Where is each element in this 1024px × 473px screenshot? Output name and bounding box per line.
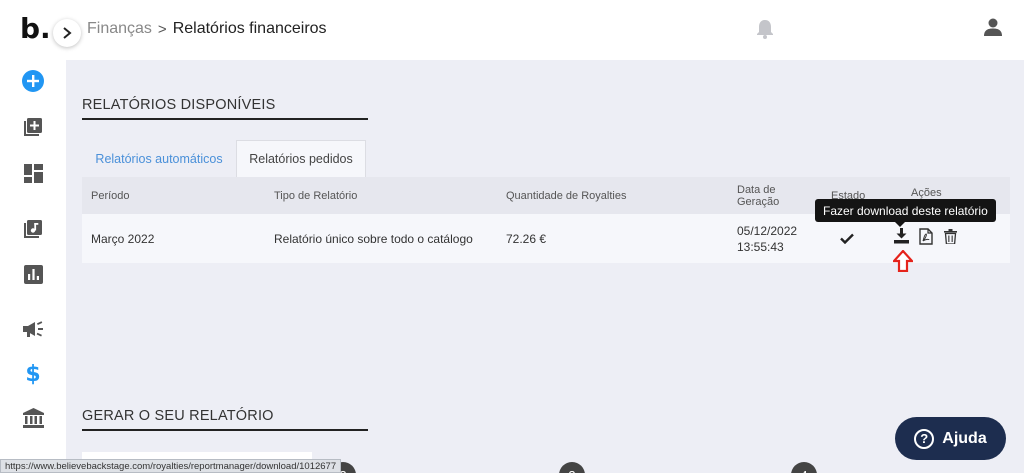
chevron-right-icon [63, 27, 72, 39]
red-arrow-up-icon [891, 249, 915, 277]
breadcrumb-finance-link[interactable]: Finanças [87, 20, 152, 38]
pdf-icon[interactable] [918, 227, 934, 245]
top-header: Finanças > Relatórios financeiros [66, 0, 1024, 60]
step-badge-4: 4 [791, 462, 817, 473]
row-date: 05/12/2022 [737, 223, 798, 238]
trash-icon[interactable] [942, 227, 958, 245]
bank-icon[interactable] [22, 407, 44, 429]
section-divider [82, 118, 368, 120]
catalog-icon[interactable] [22, 218, 44, 240]
row-report-type: Relatório único sobre todo o catálogo [274, 231, 473, 246]
step-badge-3: 3 [559, 462, 585, 473]
status-bar-url: https://www.believebackstage.com/royalti… [0, 459, 342, 473]
breadcrumb-separator: > [157, 20, 167, 38]
row-period: Março 2022 [91, 231, 155, 246]
section-divider [82, 429, 368, 431]
help-label: Ajuda [942, 429, 987, 447]
dashboard-icon[interactable] [22, 162, 44, 184]
col-royalties: Quantidade de Royalties [506, 189, 627, 202]
promotion-icon[interactable] [22, 318, 44, 340]
add-release-icon[interactable] [22, 116, 44, 138]
row-generation-date: 05/12/2022 13:55:43 [737, 214, 797, 263]
col-generation-date: Data de Geração [737, 183, 780, 208]
download-icon[interactable] [893, 227, 909, 245]
sidebar-toggle-button[interactable] [53, 19, 81, 47]
sidebar: b. $ [0, 0, 66, 473]
generate-report-title: GERAR O SEU RELATÓRIO [82, 408, 274, 424]
row-time: 13:55:43 [737, 239, 784, 254]
add-icon[interactable] [22, 70, 44, 92]
bell-icon[interactable] [756, 19, 774, 44]
page-title: Relatórios financeiros [172, 20, 327, 37]
col-period: Período [91, 189, 130, 202]
row-royalties: 72.26 € [506, 231, 547, 246]
tab-automatic-reports[interactable]: Relatórios automáticos [82, 140, 236, 177]
user-icon[interactable] [984, 18, 1002, 41]
question-icon: ? [914, 428, 935, 449]
tab-requested-reports[interactable]: Relatórios pedidos [236, 140, 366, 177]
download-tooltip: Fazer download deste relatório [815, 199, 996, 227]
finance-icon[interactable]: $ [22, 362, 44, 387]
analytics-icon[interactable] [22, 263, 44, 285]
col-report-type: Tipo de Relatório [274, 189, 358, 202]
brand-logo[interactable]: b. [20, 14, 51, 44]
help-button[interactable]: ? Ajuda [895, 417, 1006, 460]
available-reports-title: RELATÓRIOS DISPONÍVEIS [82, 97, 276, 113]
breadcrumb: Finanças > Relatórios financeiros [87, 20, 327, 38]
